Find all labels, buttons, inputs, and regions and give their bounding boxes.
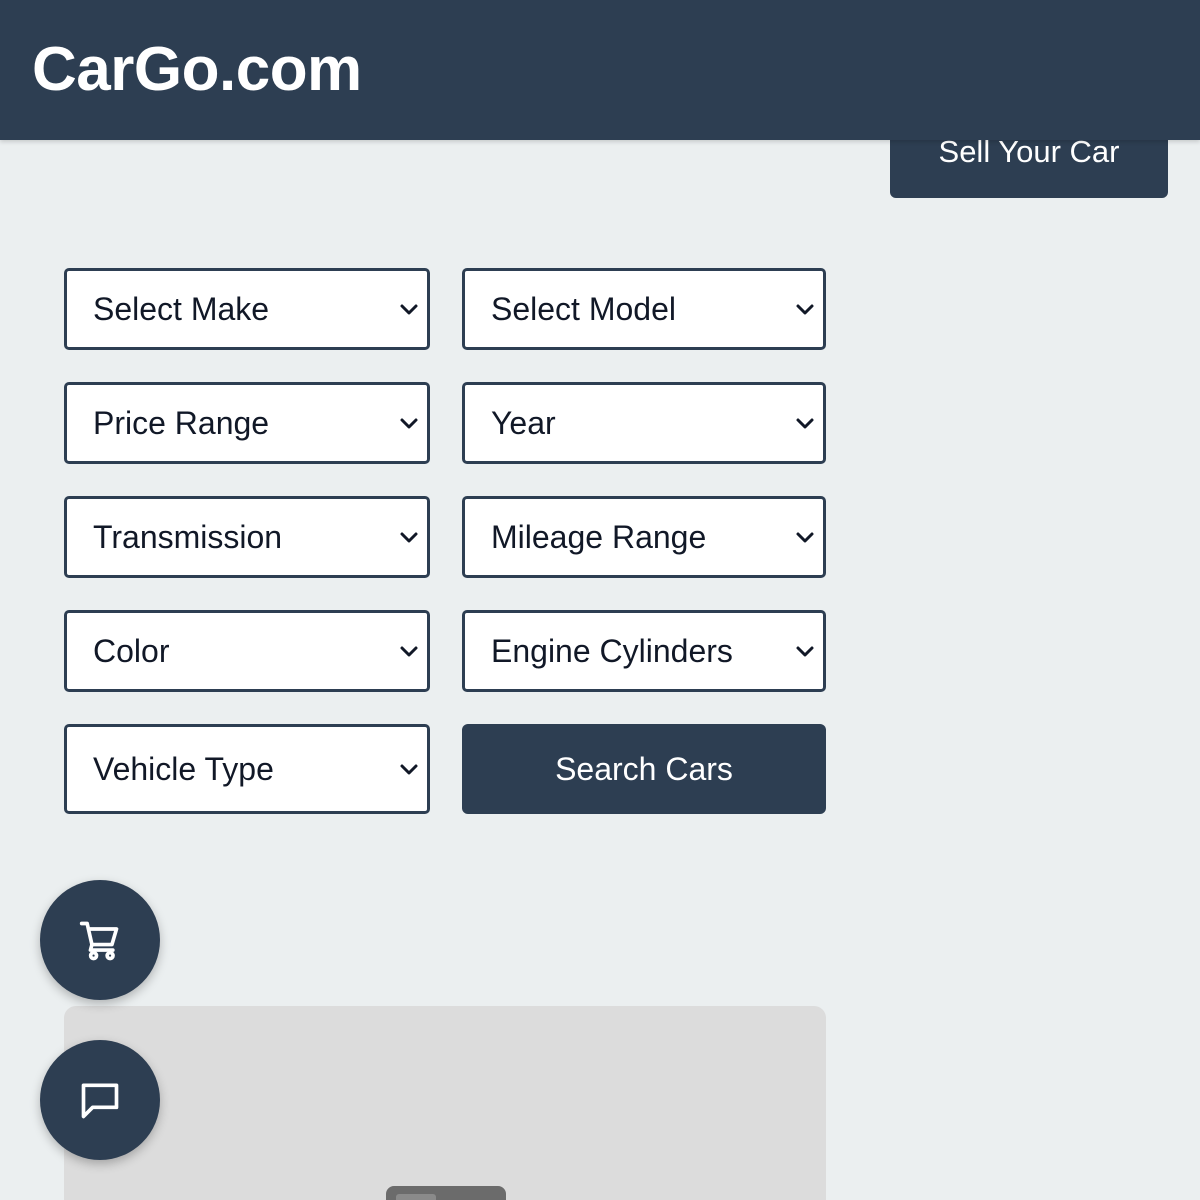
vehicle-type-select-label: Vehicle Type: [93, 751, 274, 787]
shopping-cart-icon: [79, 921, 119, 961]
chevron-down-icon: [400, 304, 418, 315]
model-select[interactable]: Select Model: [462, 268, 826, 350]
site-header: CarGo.com: [0, 0, 1200, 140]
image-placeholder-icon: [386, 1186, 506, 1200]
chat-bubble-icon: [81, 1083, 119, 1119]
vehicle-type-select[interactable]: Vehicle Type: [64, 724, 430, 814]
chevron-down-icon: [796, 418, 814, 429]
chat-fab-button[interactable]: [40, 1040, 160, 1160]
search-cars-button[interactable]: Search Cars: [462, 724, 826, 814]
chevron-down-icon: [796, 646, 814, 657]
color-select[interactable]: Color: [64, 610, 430, 692]
chevron-down-icon: [400, 532, 418, 543]
color-select-label: Color: [93, 633, 170, 669]
price-range-select-label: Price Range: [93, 405, 270, 441]
image-placeholder-inner: [396, 1194, 436, 1200]
price-range-select[interactable]: Price Range: [64, 382, 430, 464]
chevron-down-icon: [796, 304, 814, 315]
year-select[interactable]: Year: [462, 382, 826, 464]
chevron-down-icon: [796, 532, 814, 543]
mileage-range-select[interactable]: Mileage Range: [462, 496, 826, 578]
model-select-label: Select Model: [491, 291, 676, 327]
mileage-range-select-label: Mileage Range: [491, 519, 707, 555]
engine-cylinders-select[interactable]: Engine Cylinders: [462, 610, 826, 692]
chevron-down-icon: [400, 418, 418, 429]
make-select[interactable]: Select Make: [64, 268, 430, 350]
chevron-down-icon: [400, 646, 418, 657]
car-listing-card[interactable]: [64, 1006, 826, 1200]
site-logo[interactable]: CarGo.com: [32, 34, 362, 106]
transmission-select-label: Transmission: [93, 519, 283, 555]
cart-fab-button[interactable]: [40, 880, 160, 1000]
page: CarGo.com Sell Your Car Select Make Sele…: [0, 0, 1200, 1200]
make-select-label: Select Make: [93, 291, 270, 327]
engine-cylinders-select-label: Engine Cylinders: [491, 633, 733, 669]
chevron-down-icon: [400, 764, 418, 775]
year-select-label: Year: [491, 405, 556, 441]
transmission-select[interactable]: Transmission: [64, 496, 430, 578]
